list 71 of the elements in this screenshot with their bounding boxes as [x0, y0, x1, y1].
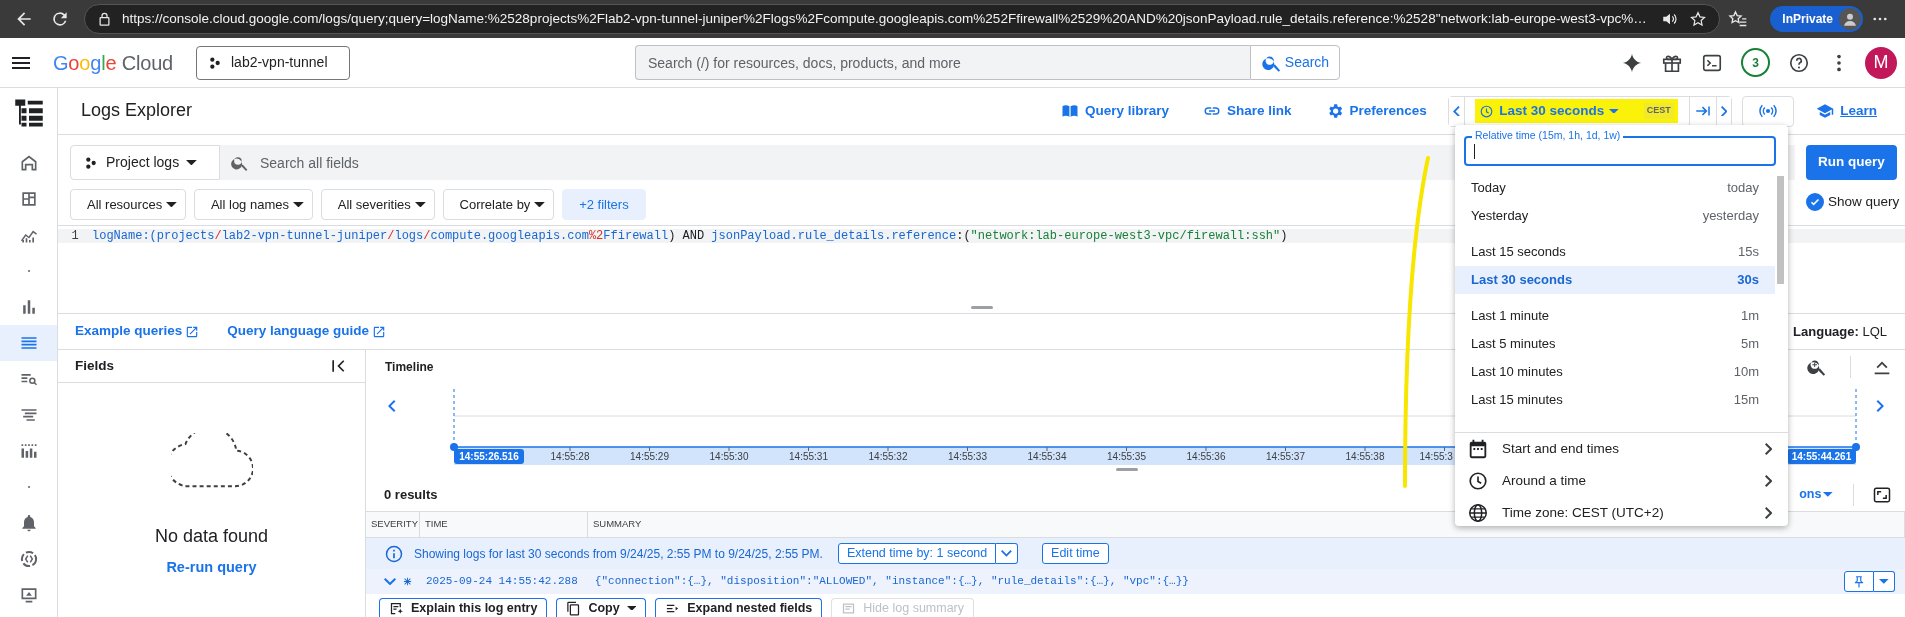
tick-label: 14:55:3 — [1419, 451, 1453, 462]
shortcut-text: 5m — [1740, 335, 1759, 354]
shortcut-text: yesterday — [1702, 207, 1759, 226]
filter-chip[interactable]: All severities — [320, 189, 435, 220]
shortcut-text: 30s — [1737, 271, 1759, 290]
rerun-query-link[interactable]: Re-run query — [166, 557, 257, 579]
shortcut-text: 10m — [1733, 363, 1759, 382]
tick-label: 14:55:37 — [1266, 451, 1305, 462]
help-link[interactable]: Query language guide — [227, 321, 387, 342]
avatar[interactable]: M — [1865, 46, 1897, 79]
language-label: Language: LQL — [1793, 322, 1887, 341]
preferences-button[interactable]: Preferences — [1325, 100, 1427, 122]
tick-label: 14:55:31 — [789, 451, 828, 462]
filter-chip[interactable]: +2 filters — [562, 189, 646, 220]
tick-label: 14:55:29 — [630, 451, 669, 462]
empty-state-title: No data found — [154, 525, 269, 548]
filter-chip[interactable]: All resources — [70, 189, 186, 220]
scope-button[interactable]: Project logs — [70, 145, 220, 180]
menu-item[interactable]: Start and end times — [1455, 433, 1788, 465]
log-summary: {"connection":{…}, "disposition":"ALLOWED", "instance":{…}, "rule_details":{…}, "vpc":{…}} — [594, 574, 1189, 590]
results-count: 0 results — [384, 485, 438, 504]
column-header: SEVERITY — [366, 512, 420, 537]
checkbox-label: Show query — [1828, 193, 1900, 211]
page-title: Logs Explorer — [81, 100, 193, 122]
logo[interactable]: Google Cloud — [53, 47, 173, 78]
shortcut-text: 15m — [1733, 391, 1759, 410]
start-time-label: 14:55:26.516 — [454, 449, 524, 464]
shortcut-text: today — [1727, 179, 1759, 198]
tick-label: 14:55:35 — [1107, 451, 1146, 462]
info-message: Showing logs for last 30 seconds from 9/24/25, 2:55 PM to 9/24/25, 2:55 PM. — [414, 545, 823, 563]
tick-label: 14:55:32 — [868, 451, 908, 462]
run-query-button[interactable]: Run query — [1806, 145, 1897, 180]
help-link[interactable]: Example queries — [75, 321, 200, 342]
notification-count[interactable]: 3 — [1741, 48, 1770, 77]
url-text: https://console.cloud.google.com/logs/query;query=logName:%2528projects%2Flab2-vpn-tunnel-juniper%2Flogs%2Fcompute.googleapis.com%252Ffirewall%2529%20AND%20jsonPayload.rule_details.reference:%2528"network:lab-europe-west3-vpc%… — [122, 9, 1648, 28]
tick-label: 14:55:34 — [1027, 451, 1067, 462]
log-timestamp: 2025-09-24 14:55:42.288 — [426, 574, 578, 590]
filter-chip[interactable]: Correlate by — [442, 189, 555, 220]
tick-label: 14:55:28 — [550, 451, 590, 462]
column-header: TIME — [420, 512, 588, 537]
edit-time-button[interactable]: Edit time — [1042, 543, 1109, 564]
time-option[interactable]: Last 10 minutes 10m — [1455, 358, 1775, 386]
tick-label: 14:55:30 — [709, 451, 749, 462]
field-label: Relative time (15m, 1h, 1d, 1w) — [1472, 129, 1624, 142]
menu-item[interactable]: Around a time — [1455, 465, 1788, 497]
search-button[interactable]: Search — [1250, 45, 1340, 80]
tick-label: 14:55:36 — [1186, 451, 1226, 462]
shortcut-text: 15s — [1738, 243, 1759, 262]
end-time-label: 14:55:44.261 — [1787, 449, 1856, 464]
section-title: Timeline — [385, 358, 434, 376]
timezone-badge: CEST — [1643, 103, 1674, 119]
entry-action-button[interactable]: Expand nested fields — [655, 598, 823, 617]
entry-action-button[interactable]: Copy — [556, 598, 647, 617]
time-option[interactable]: Last 30 seconds 30s — [1455, 266, 1775, 294]
query-library-button[interactable]: Query library — [1060, 100, 1169, 122]
project-picker[interactable]: lab2-vpn-tunnel — [196, 45, 350, 80]
inprivate-button[interactable]: InPrivate — [1770, 6, 1863, 32]
time-option[interactable]: Last 15 minutes 15m — [1455, 386, 1775, 414]
extend-time-button[interactable]: Extend time by: 1 second — [837, 543, 997, 564]
learn-button[interactable]: Learn — [1816, 100, 1877, 122]
share-link-button[interactable]: Share link — [1203, 100, 1292, 122]
search-field[interactable]: Search (/) for resources, docs, products, and more — [635, 45, 1250, 80]
menu-item[interactable]: Time zone: CEST (UTC+2) — [1455, 497, 1788, 529]
tick-label: 14:55:38 — [1345, 451, 1385, 462]
panel-title: Fields — [75, 356, 114, 375]
line-number: 1 — [58, 229, 92, 243]
options-button[interactable]: ons — [1799, 485, 1833, 504]
filter-chip[interactable]: All log names — [193, 189, 313, 220]
tick-label: 14:55:33 — [948, 451, 987, 462]
time-option[interactable]: Last 5 minutes 5m — [1455, 330, 1775, 358]
entry-action-button[interactable]: Explain this log entry — [379, 598, 548, 617]
